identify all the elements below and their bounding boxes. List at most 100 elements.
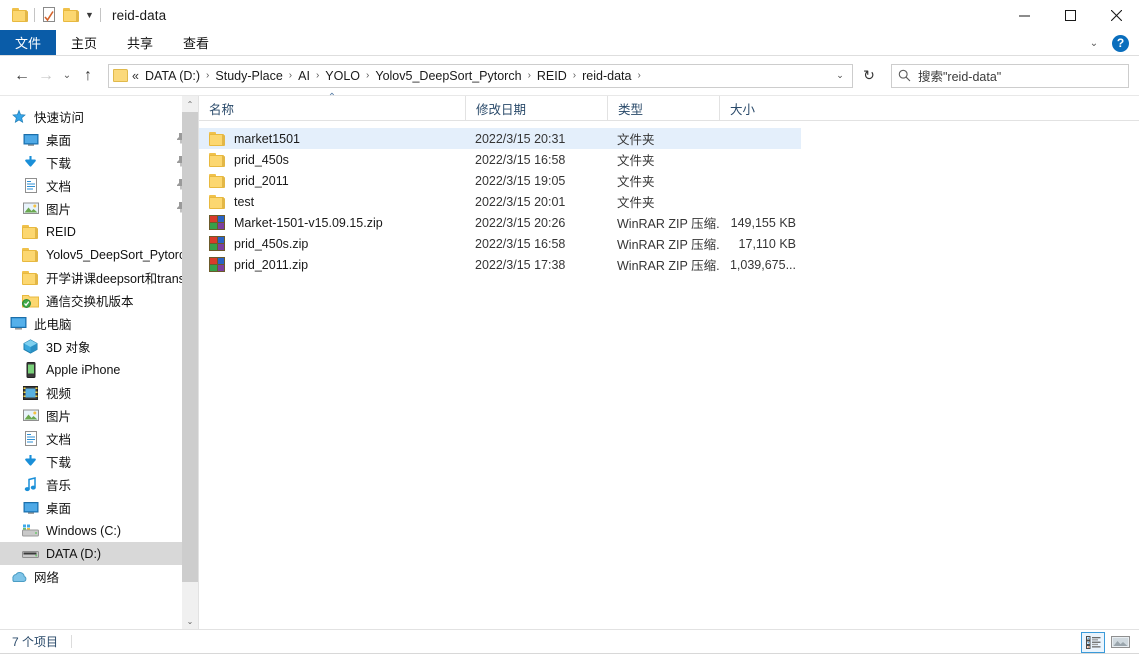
- refresh-button[interactable]: ↻: [855, 64, 883, 88]
- sidebar-item-desktop-pc[interactable]: 桌面: [0, 496, 198, 519]
- column-header-name[interactable]: ⌃ 名称: [199, 92, 465, 121]
- tab-file[interactable]: 文件: [0, 30, 56, 55]
- table-row[interactable]: prid_2011 2022/3/15 19:05 文件夹: [199, 170, 801, 191]
- file-date: 2022/3/15 16:58: [475, 152, 566, 167]
- sidebar-label-music: 音乐: [46, 479, 72, 493]
- file-name-cell: market1501: [199, 128, 465, 149]
- scroll-up-icon[interactable]: ⌃: [182, 96, 198, 112]
- sidebar-item-network[interactable]: 网络: [0, 565, 198, 588]
- sidebar-item-documents[interactable]: 文档: [0, 174, 198, 197]
- breadcrumb-item-1[interactable]: Study-Place: [212, 68, 285, 84]
- tab-share-label: 共享: [126, 36, 153, 51]
- breadcrumb-item-6[interactable]: reid-data: [579, 68, 634, 84]
- sidebar-item-reid[interactable]: REID: [0, 220, 198, 243]
- chevron-down-icon[interactable]: ⌄: [1086, 38, 1102, 49]
- scrollbar-thumb[interactable]: [182, 112, 198, 582]
- file-name-cell: prid_2011.zip: [199, 254, 465, 275]
- sidebar-item-windows-c[interactable]: Windows (C:): [0, 519, 198, 542]
- sidebar-item-downloads[interactable]: 下载: [0, 151, 198, 174]
- sidebar-item-pictures-pc[interactable]: 图片: [0, 404, 198, 427]
- search-input[interactable]: 搜索"reid-data": [918, 66, 1001, 85]
- phone-icon: [22, 361, 39, 378]
- breadcrumb-sep-4[interactable]: ›: [525, 70, 534, 81]
- sidebar-item-switch-version[interactable]: 通信交换机版本: [0, 289, 198, 312]
- sidebar-item-yolov5-deepsort-pytorch[interactable]: Yolov5_DeepSort_Pytorch: [0, 243, 198, 266]
- breadcrumb-sep-5[interactable]: ›: [570, 70, 579, 81]
- large-icons-view-button[interactable]: [1108, 632, 1132, 653]
- sidebar-item-this-pc[interactable]: 此电脑: [0, 312, 198, 335]
- tab-home[interactable]: 主页: [56, 30, 112, 55]
- table-row[interactable]: prid_450s.zip 2022/3/15 16:58 WinRAR ZIP…: [199, 233, 801, 254]
- forward-button[interactable]: →: [34, 63, 58, 89]
- properties-icon[interactable]: [38, 4, 60, 26]
- window-controls: [1001, 0, 1139, 30]
- item-count: 7 个项目: [12, 635, 59, 649]
- sidebar-label-3d-objects: 3D 对象: [46, 341, 91, 355]
- breadcrumb[interactable]: « DATA (D:) › Study-Place › AI › YOLO › …: [108, 63, 853, 88]
- sidebar-item-quick-access[interactable]: 快速访问: [0, 105, 198, 128]
- documents-icon: [22, 177, 39, 194]
- breadcrumb-sep-0[interactable]: ›: [203, 70, 212, 81]
- sidebar-item-music[interactable]: 音乐: [0, 473, 198, 496]
- new-folder-icon[interactable]: [60, 4, 82, 26]
- sidebar-item-apple-iphone[interactable]: Apple iPhone: [0, 358, 198, 381]
- table-row[interactable]: prid_2011.zip 2022/3/15 17:38 WinRAR ZIP…: [199, 254, 801, 275]
- file-name: prid_2011.zip: [234, 257, 309, 272]
- details-view-button[interactable]: [1081, 631, 1105, 653]
- search-box[interactable]: 搜索"reid-data": [891, 63, 1129, 88]
- breadcrumb-sep-3[interactable]: ›: [363, 70, 372, 81]
- folder-icon: [22, 223, 39, 240]
- breadcrumb-item-4[interactable]: Yolov5_DeepSort_Pytorch: [372, 68, 524, 84]
- up-button[interactable]: ↑: [76, 63, 100, 89]
- column-header-size[interactable]: 大小: [719, 95, 805, 121]
- sidebar-item-deepsort-transformer[interactable]: 开学讲课deepsort和transformer: [0, 266, 198, 289]
- close-button[interactable]: [1093, 0, 1139, 30]
- table-row[interactable]: prid_450s 2022/3/15 16:58 文件夹: [199, 149, 801, 170]
- breadcrumb-item-2[interactable]: AI: [295, 68, 313, 84]
- file-list-pane: ⌃ 名称 修改日期 类型 大小 market1501 2022/3/15 20:…: [199, 92, 1139, 629]
- breadcrumb-sep-2[interactable]: ›: [313, 70, 322, 81]
- breadcrumb-folder-icon: [113, 69, 128, 82]
- view-toggle-group: [1081, 630, 1132, 654]
- table-row[interactable]: test 2022/3/15 20:01 文件夹: [199, 191, 801, 212]
- breadcrumb-dropdown-icon[interactable]: ⌄: [830, 65, 850, 87]
- breadcrumb-sep-1[interactable]: ›: [286, 70, 295, 81]
- folder-icon: [209, 173, 226, 189]
- minimize-button[interactable]: [1001, 0, 1047, 30]
- column-header-date[interactable]: 修改日期: [465, 95, 607, 121]
- sidebar-item-pictures[interactable]: 图片: [0, 197, 198, 220]
- recent-locations-icon[interactable]: ⌄: [58, 63, 76, 89]
- star-pin-icon: [10, 108, 27, 125]
- scroll-down-icon[interactable]: ⌄: [182, 613, 198, 629]
- maximize-button[interactable]: [1047, 0, 1093, 30]
- back-button[interactable]: ←: [10, 63, 34, 89]
- sidebar-item-desktop[interactable]: 桌面: [0, 128, 198, 151]
- breadcrumb-item-3[interactable]: YOLO: [322, 68, 363, 84]
- sidebar-scrollbar[interactable]: ⌃ ⌄: [182, 96, 198, 629]
- file-type: 文件夹: [617, 196, 655, 210]
- sidebar-item-data-d[interactable]: DATA (D:): [0, 542, 198, 565]
- table-row[interactable]: market1501 2022/3/15 20:31 文件夹: [199, 128, 801, 149]
- folder-icon[interactable]: [9, 4, 31, 26]
- sidebar-item-documents-pc[interactable]: 文档: [0, 427, 198, 450]
- column-header-type[interactable]: 类型: [607, 95, 719, 121]
- file-type: WinRAR ZIP 压缩...: [617, 259, 719, 273]
- help-icon[interactable]: ?: [1112, 34, 1129, 52]
- column-headers: ⌃ 名称 修改日期 类型 大小: [199, 92, 1139, 121]
- quick-access-dropdown-icon[interactable]: ▼: [82, 5, 97, 25]
- sidebar-label-videos: 视频: [46, 387, 72, 401]
- file-size: 1,039,675...: [729, 257, 796, 272]
- breadcrumb-item-0[interactable]: DATA (D:): [142, 68, 203, 84]
- sidebar-item-downloads-pc[interactable]: 下载: [0, 450, 198, 473]
- file-type: 文件夹: [617, 175, 655, 189]
- breadcrumb-item-5[interactable]: REID: [534, 68, 570, 84]
- tab-share[interactable]: 共享: [112, 30, 168, 55]
- table-row[interactable]: Market-1501-v15.09.15.zip 2022/3/15 20:2…: [199, 212, 801, 233]
- search-icon: [898, 69, 911, 82]
- breadcrumb-sep-6[interactable]: ›: [634, 70, 643, 81]
- scrollbar-track[interactable]: [182, 112, 198, 613]
- sidebar-item-3d-objects[interactable]: 3D 对象: [0, 335, 198, 358]
- tab-view[interactable]: 查看: [168, 30, 224, 55]
- sidebar-item-videos[interactable]: 视频: [0, 381, 198, 404]
- sidebar-label-desktop-pc: 桌面: [46, 502, 72, 516]
